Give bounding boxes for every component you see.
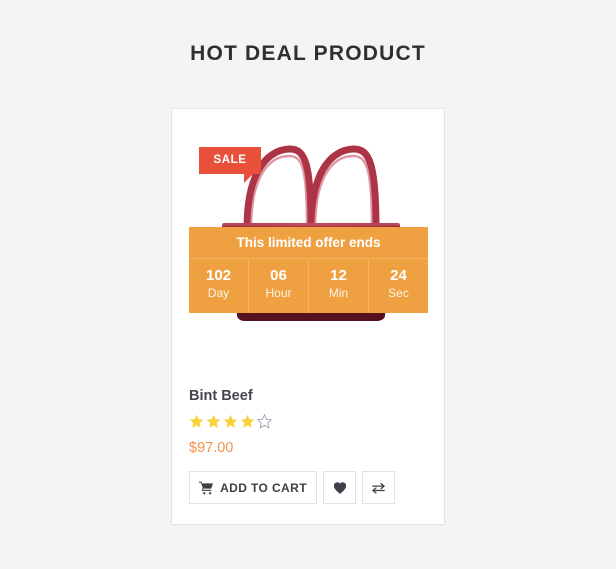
countdown-unit-hour: 06 Hour (249, 259, 309, 313)
star-filled-3 (223, 414, 240, 429)
product-media[interactable]: SALE This limited offer ends 102 Day 06 … (189, 119, 428, 367)
cart-icon (199, 481, 214, 495)
heart-icon (333, 481, 347, 495)
countdown-unit-day: 102 Day (189, 259, 249, 313)
compare-button[interactable] (362, 471, 395, 504)
countdown-timer: This limited offer ends 102 Day 06 Hour … (189, 227, 428, 313)
countdown-day-label: Day (207, 286, 230, 300)
countdown-min-label: Min (328, 286, 349, 300)
product-price: $97.00 (189, 440, 234, 456)
wishlist-button[interactable] (323, 471, 356, 504)
sale-badge: SALE (199, 147, 261, 183)
countdown-cells: 102 Day 06 Hour 12 Min 24 Sec (189, 259, 428, 313)
star-empty-5 (256, 413, 274, 429)
star-filled-4 (240, 414, 257, 429)
page-title: HOT DEAL PRODUCT (190, 42, 426, 65)
add-to-cart-button[interactable]: ADD TO CART (189, 471, 317, 504)
product-actions: ADD TO CART (189, 471, 428, 504)
rating-stars (189, 413, 428, 429)
product-card[interactable]: SALE This limited offer ends 102 Day 06 … (171, 108, 445, 525)
countdown-min-value: 12 (330, 267, 347, 284)
countdown-hour-label: Hour (265, 286, 292, 300)
countdown-unit-min: 12 Min (309, 259, 369, 313)
countdown-sec-label: Sec (388, 286, 409, 300)
star-filled-1 (189, 414, 206, 429)
product-name[interactable]: Bint Beef (189, 387, 428, 405)
product-details: Bint Beef $97.00 ADD TO CART (189, 387, 428, 504)
compare-icon (371, 481, 386, 495)
sale-badge-label: SALE (213, 154, 247, 166)
countdown-day-value: 102 (205, 267, 232, 284)
countdown-hour-value: 06 (270, 267, 287, 284)
countdown-unit-sec: 24 Sec (369, 259, 428, 313)
product-card-inner: SALE This limited offer ends 102 Day 06 … (189, 119, 428, 515)
countdown-heading: This limited offer ends (189, 227, 428, 259)
countdown-sec-value: 24 (390, 267, 407, 284)
star-filled-2 (206, 414, 223, 429)
add-to-cart-label: ADD TO CART (220, 480, 307, 495)
